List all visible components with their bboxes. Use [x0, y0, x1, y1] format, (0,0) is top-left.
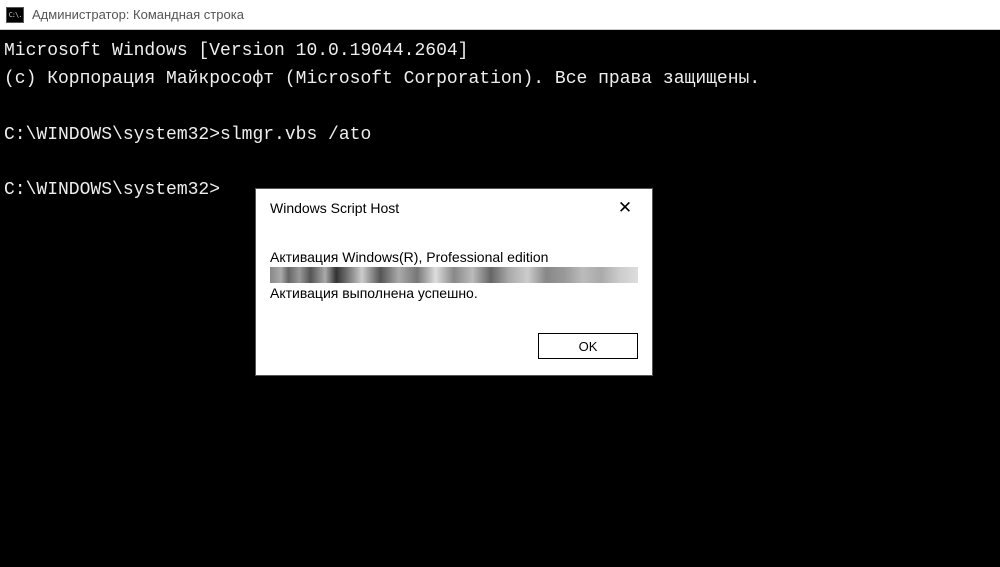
cmd-icon-text: C:\.	[9, 11, 22, 19]
dialog-message-line2: Активация выполнена успешно.	[270, 285, 638, 301]
close-button[interactable]: ✕	[610, 193, 640, 223]
console-line: Microsoft Windows [Version 10.0.19044.26…	[4, 41, 468, 61]
message-dialog: Windows Script Host ✕ Активация Windows(…	[255, 188, 653, 376]
console-line: (c) Корпорация Майкрософт (Microsoft Cor…	[4, 69, 760, 89]
dialog-message-line1: Активация Windows(R), Professional editi…	[270, 249, 638, 265]
console-output[interactable]: Microsoft Windows [Version 10.0.19044.26…	[0, 30, 1000, 213]
close-icon: ✕	[618, 198, 632, 218]
dialog-title: Windows Script Host	[270, 200, 399, 216]
dialog-header: Windows Script Host ✕	[256, 189, 652, 227]
console-line: C:\WINDOWS\system32>slmgr.vbs /ato	[4, 125, 371, 145]
dialog-footer: OK	[256, 315, 652, 375]
window-title: Администратор: Командная строка	[32, 7, 244, 22]
console-line: C:\WINDOWS\system32>	[4, 180, 220, 200]
dialog-body: Активация Windows(R), Professional editi…	[256, 227, 652, 315]
window-titlebar: C:\. Администратор: Командная строка	[0, 0, 1000, 30]
cmd-icon: C:\.	[6, 7, 24, 23]
ok-button[interactable]: OK	[538, 333, 638, 359]
redacted-line	[270, 267, 638, 283]
